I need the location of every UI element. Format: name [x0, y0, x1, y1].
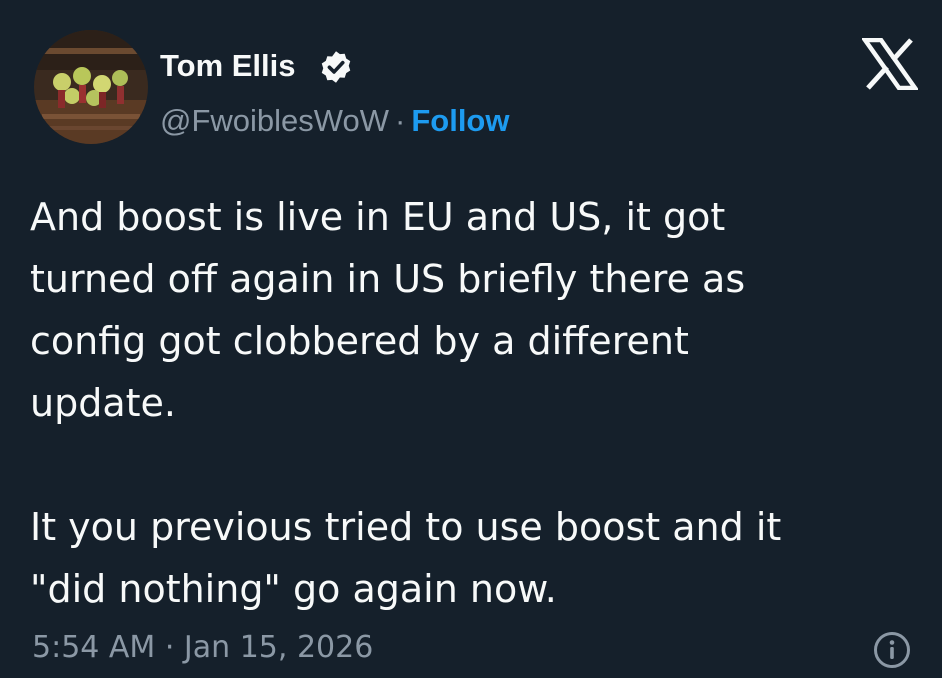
tweet-text: And boost is live in EU and US, it got t… [30, 186, 920, 620]
avatar-image [34, 30, 148, 144]
separator-dot: · [395, 103, 406, 138]
verified-badge-icon [321, 51, 351, 83]
avatar[interactable] [34, 30, 148, 144]
tweet-timestamp[interactable]: 5:54 AM · Jan 15, 2026 [32, 628, 373, 668]
tweet-paragraph: It you previous tried to use boost and i… [30, 505, 782, 611]
author-handle[interactable]: @FwoiblesWoW [160, 103, 389, 138]
tweet-paragraph: And boost is live in EU and US, it got t… [30, 195, 746, 425]
tweet-card: Tom Ellis @FwoiblesWoW · Follow And boost … [0, 0, 942, 678]
info-icon[interactable] [872, 630, 912, 670]
x-logo-icon[interactable] [862, 38, 918, 90]
follow-button[interactable]: Follow [411, 103, 509, 138]
handle-row: @FwoiblesWoW · Follow [160, 101, 509, 141]
author-name[interactable]: Tom Ellis [160, 46, 296, 86]
